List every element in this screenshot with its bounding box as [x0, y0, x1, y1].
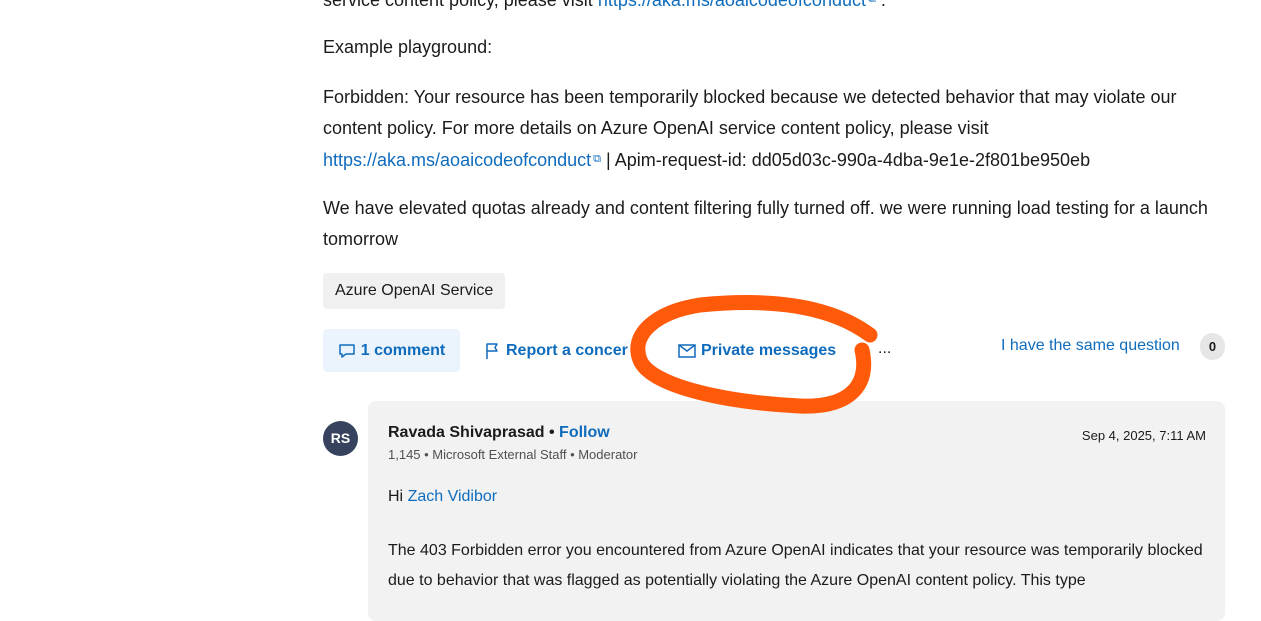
- error-message: Forbidden: Your resource has been tempor…: [323, 87, 1177, 170]
- same-question-count: 0: [1200, 333, 1225, 360]
- mention-link[interactable]: Zach Vidibor: [408, 488, 498, 505]
- clipped-policy-line: service content policy, please visit htt…: [323, 0, 1225, 16]
- clipped-policy-link[interactable]: https://aka.ms/aoaicodeofconduct: [598, 0, 866, 10]
- report-concern-button[interactable]: Report a concern: [483, 329, 629, 372]
- greeting: Hi Zach Vidibor: [388, 488, 498, 505]
- same-question-button[interactable]: I have the same question: [1001, 337, 1180, 355]
- flag-icon: [483, 342, 501, 360]
- code-of-conduct-link[interactable]: https://aka.ms/aoaicodeofconduct: [323, 150, 591, 170]
- follow-button[interactable]: Follow: [559, 424, 610, 441]
- external-link-icon: ⧉: [593, 153, 602, 165]
- comment-button[interactable]: 1 comment: [323, 329, 460, 372]
- mail-icon: [678, 343, 696, 358]
- answer-date: Sep 4, 2025, 7:11 AM: [1081, 428, 1206, 443]
- author-line: Ravada Shivaprasad • Follow: [388, 424, 610, 442]
- example-label: Example playground:: [323, 37, 493, 57]
- avatar[interactable]: RS: [323, 421, 358, 456]
- tag-azure-openai-service[interactable]: Azure OpenAI Service: [323, 273, 506, 309]
- bullet-separator: •: [548, 424, 555, 441]
- author-name[interactable]: Ravada Shivaprasad: [388, 424, 545, 441]
- answer-body: The 403 Forbidden error you encountered …: [388, 542, 1203, 589]
- external-link-icon: ⧉: [868, 0, 876, 5]
- more-options-button[interactable]: ...: [878, 340, 891, 358]
- question-note: We have elevated quotas already and cont…: [323, 198, 1208, 249]
- private-messages-button[interactable]: Private messages: [678, 329, 836, 372]
- answer-card: Ravada Shivaprasad • Follow 1,145 • Micr…: [368, 401, 1225, 621]
- author-meta: 1,145 • Microsoft External Staff • Moder…: [388, 447, 638, 462]
- comment-icon: [338, 342, 356, 360]
